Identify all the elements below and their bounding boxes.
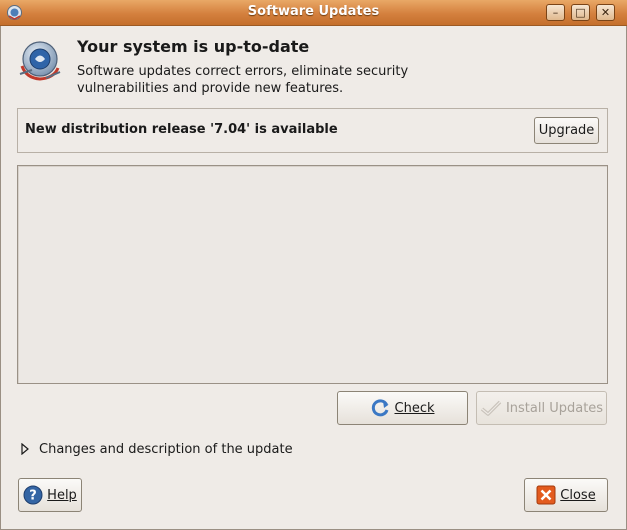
details-expander-label: Changes and description of the update (39, 441, 293, 457)
help-button[interactable]: ? Help (18, 478, 82, 512)
updates-list[interactable] (17, 165, 608, 384)
expander-arrow-icon (21, 443, 29, 455)
svg-text:?: ? (29, 489, 37, 504)
check-button-label: Check (394, 400, 435, 416)
close-button[interactable]: Close (524, 478, 608, 512)
install-updates-button-label: Install Updates (505, 400, 604, 416)
release-notice-text: New distribution release '7.04' is avail… (25, 122, 338, 137)
details-expander[interactable]: Changes and description of the update (20, 440, 293, 458)
close-button-label: Close (560, 487, 596, 503)
close-icon (536, 485, 556, 505)
status-description: Software updates correct errors, elimina… (77, 64, 409, 96)
refresh-icon (371, 399, 388, 417)
checkmark-icon (480, 400, 502, 416)
maximize-icon[interactable]: □ (571, 4, 590, 21)
check-button[interactable]: Check (337, 391, 468, 425)
install-updates-button[interactable]: Install Updates (476, 391, 607, 425)
update-manager-icon (19, 41, 61, 81)
title-bar[interactable]: Software Updates – □ ✕ (0, 0, 627, 26)
window-title: Software Updates (247, 4, 380, 19)
window-border-left (0, 26, 1, 530)
upgrade-button-label: Upgrade (538, 123, 595, 138)
help-button-label: Help (47, 487, 77, 503)
status-title: Your system is up-to-date (77, 37, 310, 56)
help-icon: ? (23, 485, 43, 505)
minimize-icon[interactable]: – (546, 4, 565, 21)
upgrade-button[interactable]: Upgrade (534, 117, 599, 144)
close-icon[interactable]: ✕ (596, 4, 615, 21)
